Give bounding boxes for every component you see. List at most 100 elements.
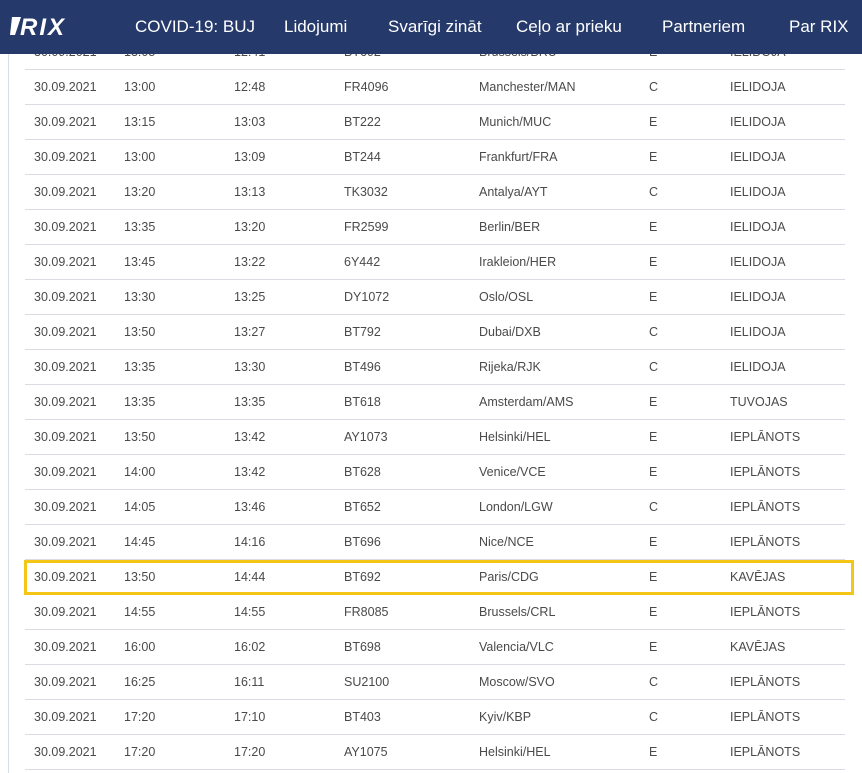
flight-number: BT602 bbox=[344, 54, 381, 60]
table-row[interactable]: 30.09.2021 13:00 13:09 BT244 Frankfurt/FRA E I… bbox=[25, 140, 845, 175]
table-row[interactable]: 30.09.2021 13:35 13:35 BT618 Amsterdam/AMS E T… bbox=[25, 385, 845, 420]
scheduled-time: 13:30 bbox=[124, 290, 156, 304]
scheduled-time: 13:05 bbox=[124, 54, 155, 60]
flight-number: 6Y442 bbox=[344, 255, 381, 269]
actual-time: 13:09 bbox=[234, 150, 266, 164]
flight-number: BT628 bbox=[344, 465, 381, 479]
destination: Moscow/SVO bbox=[479, 675, 555, 689]
flight-date: 30.09.2021 bbox=[34, 745, 97, 759]
actual-time: 14:16 bbox=[234, 535, 266, 549]
actual-time: 13:22 bbox=[234, 255, 266, 269]
flight-date: 30.09.2021 bbox=[34, 54, 97, 60]
scheduled-time: 14:05 bbox=[124, 500, 156, 514]
terminal: E bbox=[649, 255, 658, 269]
nav-item-partners[interactable]: Partneriem bbox=[662, 16, 745, 38]
table-row[interactable]: 30.09.2021 13:00 12:48 FR4096 Manchester/MAN… bbox=[25, 70, 845, 105]
destination: Paris/CDG bbox=[479, 570, 539, 584]
flight-status: IELIDOJA bbox=[730, 80, 786, 94]
scheduled-time: 16:25 bbox=[124, 675, 156, 689]
flight-status: IEPLĀNOTS bbox=[730, 710, 801, 724]
scheduled-time: 13:35 bbox=[124, 220, 156, 234]
scheduled-time: 13:00 bbox=[124, 150, 156, 164]
flight-status: IEPLĀNOTS bbox=[730, 675, 801, 689]
scheduled-time: 13:50 bbox=[124, 430, 156, 444]
table-row[interactable]: 30.09.2021 13:30 13:25 DY1072 Oslo/OSL E IELID… bbox=[25, 280, 845, 315]
destination: Manchester/MAN bbox=[479, 80, 576, 94]
flights-content: 30.09.2021 13:05 12:41 BT602 Brussels/BRU E IE… bbox=[0, 54, 862, 773]
destination: Rijeka/RJK bbox=[479, 360, 541, 374]
flight-date: 30.09.2021 bbox=[34, 465, 97, 479]
table-row[interactable]: 30.09.2021 13:35 13:20 FR2599 Berlin/BER E IEL… bbox=[25, 210, 845, 245]
destination: Irakleion/HER bbox=[479, 255, 557, 269]
table-row[interactable]: 30.09.2021 13:50 13:27 BT792 Dubai/DXB C IELID… bbox=[25, 315, 845, 350]
actual-time: 14:55 bbox=[234, 605, 266, 619]
flight-date: 30.09.2021 bbox=[34, 255, 97, 269]
destination: Amsterdam/AMS bbox=[479, 395, 574, 409]
flight-number: BT652 bbox=[344, 500, 381, 514]
nav-item-good-to-know[interactable]: Svarīgi zināt bbox=[388, 16, 482, 38]
table-row[interactable]: 30.09.2021 16:00 16:02 BT698 Valencia/VLC E KA… bbox=[25, 630, 845, 665]
table-row[interactable]: 30.09.2021 14:00 13:42 BT628 Venice/VCE E IEPL… bbox=[25, 455, 845, 490]
flight-status: IELIDOJA bbox=[730, 220, 786, 234]
table-row[interactable]: 30.09.2021 13:35 13:30 BT496 Rijeka/RJK C IELI… bbox=[25, 350, 845, 385]
table-row[interactable]: 30.09.2021 14:55 14:55 FR8085 Brussels/CRL E I… bbox=[25, 595, 845, 630]
table-row[interactable]: 30.09.2021 17:20 17:20 AY1075 Helsinki/HEL E I… bbox=[25, 735, 845, 770]
flight-date: 30.09.2021 bbox=[34, 290, 97, 304]
nav-item-travel-with-joy[interactable]: Ceļo ar prieku bbox=[516, 16, 622, 38]
table-row[interactable]: 30.09.2021 13:45 13:22 6Y442 Irakleion/HER E I… bbox=[25, 245, 845, 280]
terminal: E bbox=[649, 220, 658, 234]
scheduled-time: 17:20 bbox=[124, 710, 156, 724]
flight-number: FR4096 bbox=[344, 80, 389, 94]
scheduled-time: 13:35 bbox=[124, 360, 156, 374]
nav-item-about-rix[interactable]: Par RIX bbox=[789, 16, 849, 38]
terminal: C bbox=[649, 185, 659, 199]
flight-date: 30.09.2021 bbox=[34, 185, 97, 199]
flight-date: 30.09.2021 bbox=[34, 710, 97, 724]
scheduled-time: 14:55 bbox=[124, 605, 156, 619]
scheduled-time: 16:00 bbox=[124, 640, 156, 654]
flight-number: FR8085 bbox=[344, 605, 389, 619]
table-row[interactable]: 30.09.2021 16:25 16:11 SU2100 Moscow/SVO C IEP… bbox=[25, 665, 845, 700]
table-row[interactable]: 30.09.2021 13:50 13:42 AY1073 Helsinki/HEL E I… bbox=[25, 420, 845, 455]
terminal: E bbox=[649, 605, 658, 619]
flights-table: 30.09.2021 13:05 12:41 BT602 Brussels/BRU E IE… bbox=[24, 54, 854, 770]
flight-number: BT403 bbox=[344, 710, 381, 724]
destination: Munich/MUC bbox=[479, 115, 552, 129]
flight-date: 30.09.2021 bbox=[34, 570, 97, 584]
flight-number: DY1072 bbox=[344, 290, 390, 304]
terminal: C bbox=[649, 360, 659, 374]
table-row-highlighted[interactable]: 30.09.2021 13:50 14:44 BT692 Paris/CDG E KAVĒJ… bbox=[24, 560, 854, 595]
actual-time: 13:20 bbox=[234, 220, 266, 234]
scheduled-time: 13:20 bbox=[124, 185, 156, 199]
flight-status: IEPLĀNOTS bbox=[730, 605, 801, 619]
terminal: E bbox=[649, 465, 658, 479]
terminal: E bbox=[649, 395, 658, 409]
main-nav: COVID-19: BUJ Lidojumi Svarīgi zināt Ceļ… bbox=[0, 0, 862, 54]
nav-item-covid[interactable]: COVID-19: BUJ bbox=[135, 16, 255, 38]
terminal: E bbox=[649, 430, 658, 444]
flight-status: KAVĒJAS bbox=[730, 570, 786, 584]
flight-number: BT692 bbox=[344, 570, 381, 584]
terminal: E bbox=[649, 115, 658, 129]
flight-number: BT696 bbox=[344, 535, 381, 549]
flight-date: 30.09.2021 bbox=[34, 605, 97, 619]
table-row[interactable]: 30.09.2021 17:20 17:10 BT403 Kyiv/KBP C IEPLĀN… bbox=[25, 700, 845, 735]
table-row[interactable]: 30.09.2021 14:45 14:16 BT696 Nice/NCE E IEPLĀN… bbox=[25, 525, 845, 560]
scheduled-time: 13:50 bbox=[124, 570, 156, 584]
table-row[interactable]: 30.09.2021 13:05 12:41 BT602 Brussels/BRU E IE… bbox=[25, 54, 845, 70]
terminal: E bbox=[649, 150, 658, 164]
table-row[interactable]: 30.09.2021 13:20 13:13 TK3032 Antalya/AYT C IE… bbox=[25, 175, 845, 210]
flight-status: IELIDOJA bbox=[730, 115, 786, 129]
terminal: E bbox=[649, 745, 658, 759]
actual-time: 13:13 bbox=[234, 185, 266, 199]
table-row[interactable]: 30.09.2021 13:15 13:03 BT222 Munich/MUC E IELI… bbox=[25, 105, 845, 140]
destination: Helsinki/HEL bbox=[479, 430, 551, 444]
actual-time: 13:27 bbox=[234, 325, 266, 339]
flight-status: IELIDOJA bbox=[730, 325, 786, 339]
flight-number: FR2599 bbox=[344, 220, 389, 234]
terminal: C bbox=[649, 710, 659, 724]
flight-number: AY1073 bbox=[344, 430, 388, 444]
nav-item-flights[interactable]: Lidojumi bbox=[284, 16, 347, 38]
flight-date: 30.09.2021 bbox=[34, 430, 97, 444]
table-row[interactable]: 30.09.2021 14:05 13:46 BT652 London/LGW C IEPL… bbox=[25, 490, 845, 525]
